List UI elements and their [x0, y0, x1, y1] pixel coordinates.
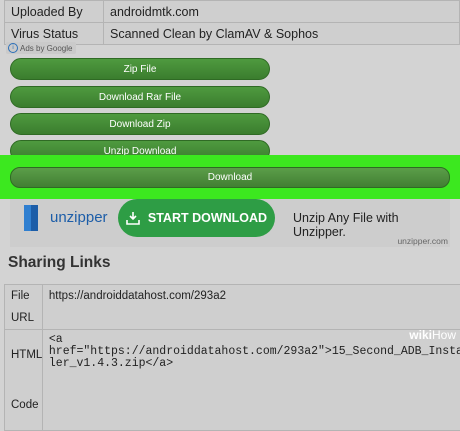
file-url-label: File URL: [5, 285, 43, 330]
file-url-value[interactable]: https://androiddatahost.com/293a2: [42, 285, 460, 330]
wikihow-watermark: wikiHow: [409, 328, 456, 342]
html-code-line: ler_v1.4.3.zip</a>: [49, 358, 460, 370]
ads-by-google-badge[interactable]: i Ads by Google: [6, 42, 76, 54]
ad-domain: unzipper.com: [397, 236, 448, 246]
download-button[interactable]: Download: [10, 167, 450, 188]
table-row: Uploaded By androidmtk.com: [5, 1, 460, 23]
uploaded-by-value: androidmtk.com: [104, 1, 460, 23]
file-info-table: Uploaded By androidmtk.com Virus Status …: [4, 0, 460, 45]
unzipper-logo-icon: [24, 205, 38, 231]
uploaded-by-label: Uploaded By: [5, 1, 104, 23]
virus-status-value: Scanned Clean by ClamAV & Sophos: [104, 23, 460, 45]
download-rar-file-button[interactable]: Download Rar File: [10, 86, 270, 108]
ad-tagline: Unzip Any File with Unzipper.: [293, 211, 450, 239]
start-download-label: START DOWNLOAD: [148, 211, 267, 225]
start-download-button[interactable]: START DOWNLOAD: [118, 199, 275, 237]
watermark-rest: How: [432, 328, 456, 342]
unzipper-ad-banner[interactable]: unzipper START DOWNLOAD Unzip Any File w…: [10, 199, 450, 247]
sharing-links-table: File URL https://androiddatahost.com/293…: [4, 284, 460, 431]
info-icon: i: [8, 43, 18, 53]
download-icon: [126, 211, 140, 225]
table-row: File URL https://androiddatahost.com/293…: [5, 285, 460, 330]
zip-file-button[interactable]: Zip File: [10, 58, 270, 80]
download-zip-button[interactable]: Download Zip: [10, 113, 270, 135]
html-code-line: href="https://androiddatahost.com/293a2"…: [49, 346, 460, 358]
unzipper-brand: unzipper: [50, 209, 108, 226]
watermark-bold: wiki: [409, 328, 432, 342]
ads-label: Ads by Google: [20, 44, 72, 53]
sharing-links-heading: Sharing Links: [8, 254, 111, 272]
